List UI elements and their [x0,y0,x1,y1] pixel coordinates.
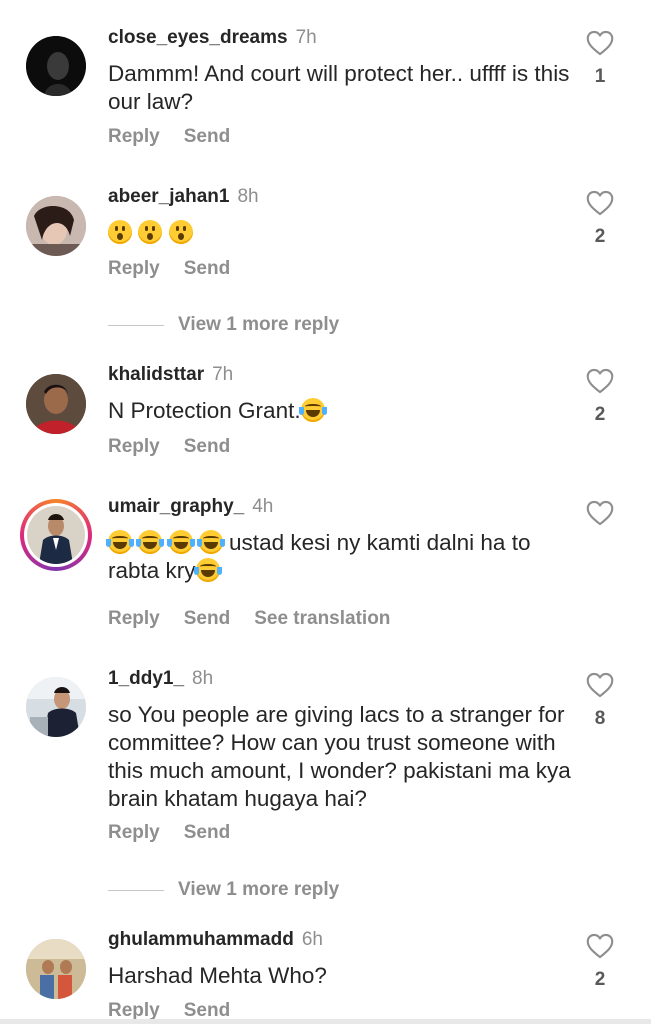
reply-button[interactable]: Reply [108,436,160,457]
comment-text: ustad kesi ny kamti dalni ha to rabta kr… [106,530,531,583]
heart-outline-icon[interactable] [586,672,614,698]
comment-username[interactable]: khalidsttar 7h [108,364,233,386]
send-button[interactable]: Send [184,608,230,629]
like-count: 8 [594,708,606,729]
reply-button[interactable]: Reply [108,258,160,279]
like-count: 2 [594,969,606,990]
tears-of-joy-emoji [193,558,222,582]
see-translation-button[interactable]: See translation [254,608,390,629]
comment-time: 8h [192,668,214,689]
heart-outline-icon[interactable] [586,368,614,394]
comment-time: 4h [252,496,274,517]
view-more-replies-button[interactable]: View 1 more reply [108,314,339,336]
like-count: 2 [594,226,606,247]
tears-of-joy-emoji [166,530,195,554]
comment-username[interactable]: ghulammuhammadd 6h [108,929,323,951]
tears-of-joy-emoji [298,398,327,422]
heart-outline-icon[interactable] [586,500,614,526]
reply-button[interactable]: Reply [108,608,160,629]
heart-outline-icon[interactable] [586,933,614,959]
avatar[interactable] [26,677,86,737]
view-more-replies-button[interactable]: View 1 more reply [108,879,339,901]
send-button[interactable]: Send [184,822,230,843]
avatar[interactable] [26,374,86,434]
divider-line [108,324,164,326]
avatar-story-ring[interactable] [20,499,92,571]
avatar[interactable] [26,196,86,256]
comment-text: Dammm! And court will protect her.. ufff… [108,61,570,114]
reply-button[interactable]: Reply [108,822,160,843]
send-button[interactable]: Send [184,126,230,147]
comment-time: 7h [212,364,234,385]
send-button[interactable]: Send [184,1000,230,1021]
reply-button[interactable]: Reply [108,1000,160,1021]
comment-text: Harshad Mehta Who? [108,963,327,988]
tears-of-joy-emoji [106,530,134,554]
comment-username[interactable]: close_eyes_dreams 7h [108,27,317,49]
bottom-divider [0,1019,651,1024]
heart-outline-icon[interactable] [586,190,614,216]
avatar[interactable] [26,939,86,999]
comment-text: so You people are giving lacs to a stran… [108,702,571,811]
comment-time: 8h [237,186,259,207]
astonished-face-emoji [168,220,193,244]
send-button[interactable]: Send [184,258,230,279]
tears-of-joy-emoji [136,530,165,554]
astonished-face-emoji [138,220,163,244]
heart-outline-icon[interactable] [586,30,614,56]
send-button[interactable]: Send [184,436,230,457]
like-count: 2 [594,404,606,425]
comment-username[interactable]: abeer_jahan1 8h [108,186,259,208]
comment-time: 7h [295,27,317,48]
tears-of-joy-emoji [196,530,225,554]
comment-text: N Protection Grant. [108,397,578,425]
reply-button[interactable]: Reply [108,126,160,147]
avatar[interactable] [26,36,86,96]
comment-username[interactable]: 1_ddy1_ 8h [108,668,213,690]
like-count: 1 [594,66,606,87]
astonished-face-emoji [108,220,132,244]
avatar [27,506,85,564]
comment-username[interactable]: umair_graphy_ 4h [108,496,273,518]
comment-text [108,219,578,247]
comment-time: 6h [301,929,323,950]
divider-line [108,889,164,891]
